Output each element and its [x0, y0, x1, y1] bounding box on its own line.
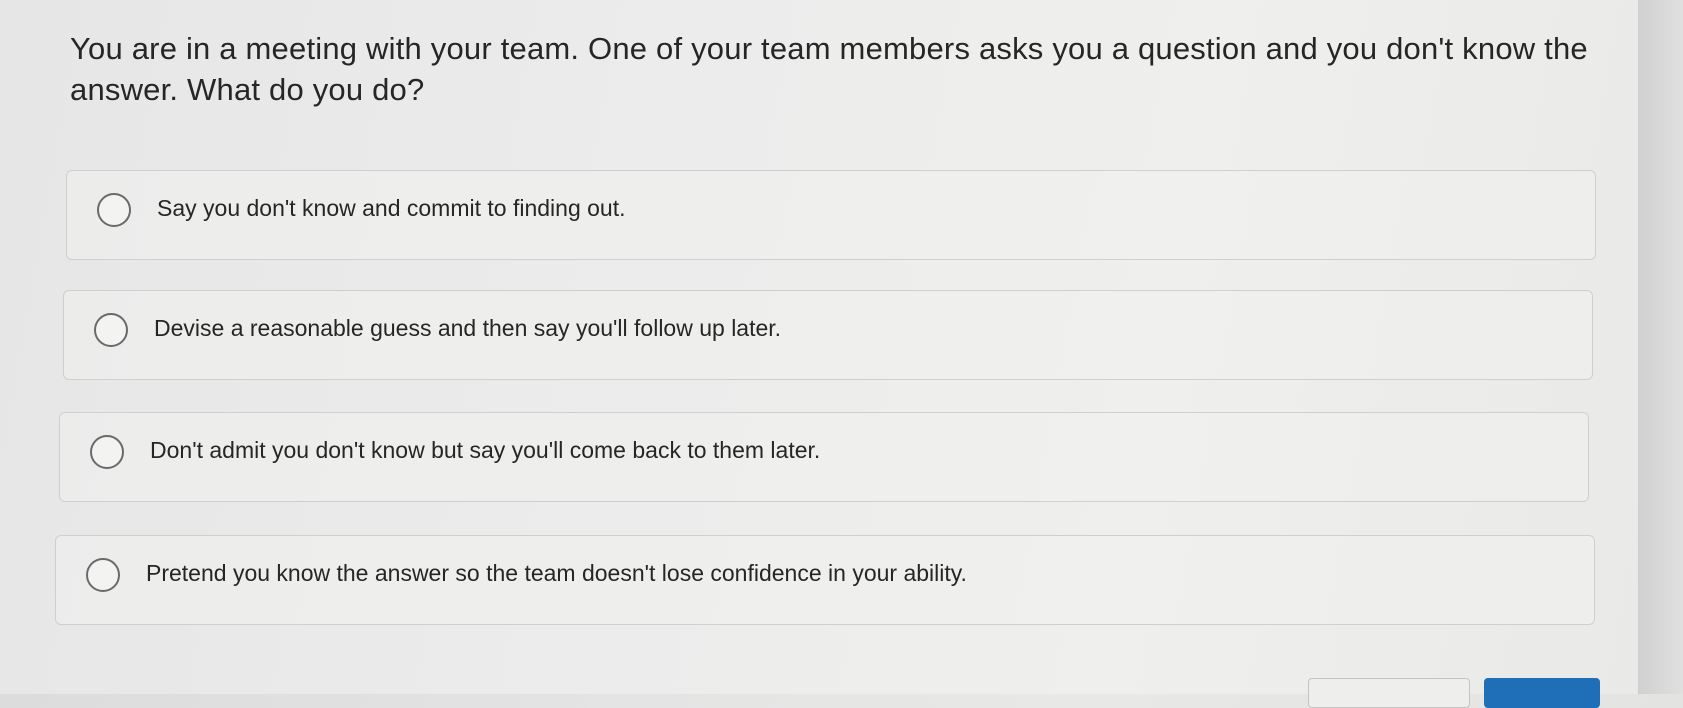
radio-button-icon[interactable]	[97, 193, 131, 227]
radio-button-icon[interactable]	[90, 435, 124, 469]
answer-option-3[interactable]: Don't admit you don't know but say you'l…	[59, 412, 1589, 502]
answer-option-4[interactable]: Pretend you know the answer so the team …	[55, 535, 1595, 625]
question-text: You are in a meeting with your team. One…	[70, 31, 1588, 108]
answer-option-label: Say you don't know and commit to finding…	[157, 195, 626, 221]
secondary-button[interactable]	[1308, 678, 1470, 708]
answer-option-label: Devise a reasonable guess and then say y…	[154, 315, 782, 341]
answer-option-label: Pretend you know the answer so the team …	[146, 560, 967, 586]
screen-bezel	[1638, 0, 1683, 694]
screen-area: You are in a meeting with your team. One…	[0, 0, 1638, 708]
radio-button-icon[interactable]	[94, 313, 128, 347]
primary-button[interactable]	[1484, 678, 1600, 708]
answer-option-2[interactable]: Devise a reasonable guess and then say y…	[63, 290, 1593, 380]
radio-button-icon[interactable]	[86, 558, 120, 592]
answer-option-1[interactable]: Say you don't know and commit to finding…	[66, 170, 1596, 260]
answer-option-label: Don't admit you don't know but say you'l…	[150, 437, 821, 463]
